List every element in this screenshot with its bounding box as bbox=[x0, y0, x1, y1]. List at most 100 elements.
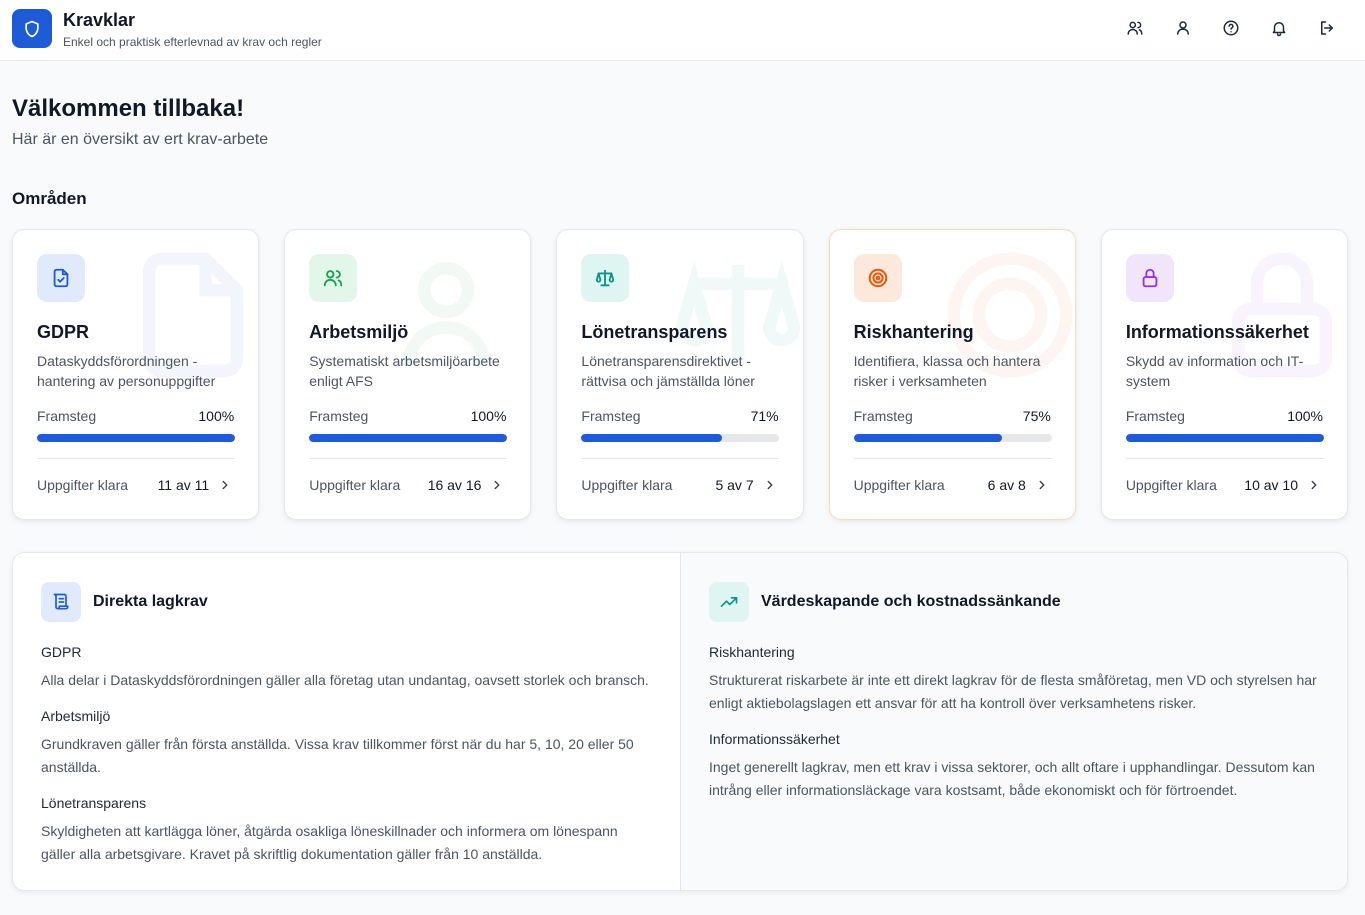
progress-value: 100% bbox=[470, 408, 507, 424]
progress-fill bbox=[37, 434, 235, 442]
trending-up-icon bbox=[720, 597, 738, 607]
top-bar: Kravklar Enkel och praktisk efterlevnad … bbox=[0, 0, 1365, 61]
legal-item-lonetransparens: Lönetransparens Skyldigheten att kartläg… bbox=[41, 795, 652, 866]
progress-value: 100% bbox=[1287, 408, 1324, 424]
progress-value: 100% bbox=[198, 408, 235, 424]
area-card-arbetsmiljo[interactable]: Arbetsmiljö Systematiskt arbetsmiljöarbe… bbox=[284, 229, 532, 520]
value-item-riskhantering: Riskhantering Strukturerat riskarbete är… bbox=[709, 644, 1319, 715]
value-creation-title: Värdeskapande och kostnadssänkande bbox=[761, 593, 1061, 610]
app-logo[interactable] bbox=[12, 9, 52, 48]
progress-fill bbox=[853, 434, 1003, 442]
tasks-label: Uppgifter klara bbox=[581, 477, 673, 493]
user-icon[interactable] bbox=[1171, 16, 1195, 40]
progress-fill bbox=[1125, 434, 1324, 442]
info-item-text: Inget generellt lagkrav, men ett krav i … bbox=[709, 759, 1315, 798]
progress-label: Framsteg bbox=[37, 408, 97, 424]
info-item-title: Riskhantering bbox=[709, 644, 795, 660]
progress-label: Framsteg bbox=[309, 408, 369, 424]
app-subtitle: Enkel och praktisk efterlevnad av krav o… bbox=[63, 35, 322, 49]
progress-label: Framsteg bbox=[581, 408, 641, 424]
progress-label: Framsteg bbox=[1125, 408, 1185, 424]
card-description: Systematiskt arbetsmiljöarbete enligt AF… bbox=[309, 353, 500, 389]
chevron-right-icon[interactable] bbox=[490, 478, 504, 492]
info-item-text: Strukturerat riskarbete är inte ett dire… bbox=[709, 672, 1317, 711]
progress-bar bbox=[37, 434, 235, 442]
card-icon-container bbox=[581, 254, 630, 302]
card-title: Informationssäkerhet bbox=[1125, 322, 1309, 342]
card-icon-container bbox=[37, 254, 85, 302]
bell-icon[interactable] bbox=[1267, 16, 1291, 40]
lock-icon bbox=[1142, 268, 1158, 288]
tasks-value: 6 av 8 bbox=[987, 477, 1026, 493]
card-title: GDPR bbox=[37, 322, 90, 342]
area-card-informationssakerhet[interactable]: Informationssäkerhet Skydd av informatio… bbox=[1100, 229, 1349, 520]
info-item-title: Lönetransparens bbox=[41, 795, 147, 811]
users-icon[interactable] bbox=[1123, 16, 1147, 40]
tasks-label: Uppgifter klara bbox=[309, 477, 401, 493]
logout-icon[interactable] bbox=[1315, 16, 1339, 40]
divider bbox=[309, 458, 508, 459]
info-item-title: Arbetsmiljö bbox=[41, 708, 111, 724]
value-item-informationssakerhet: Informationssäkerhet Inget generellt lag… bbox=[709, 731, 1319, 802]
card-title: Arbetsmiljö bbox=[309, 322, 409, 342]
card-description: Skydd av information och IT-system bbox=[1125, 353, 1304, 389]
info-item-text: Alla delar i Dataskyddsförordningen gäll… bbox=[41, 672, 649, 688]
chevron-right-icon[interactable] bbox=[763, 478, 777, 492]
value-creation-column: Värdeskapande och kostnadssänkande Riskh… bbox=[680, 553, 1347, 890]
progress-fill bbox=[581, 434, 722, 442]
divider bbox=[853, 458, 1052, 459]
tasks-value: 11 av 11 bbox=[157, 477, 210, 493]
area-card-gdpr[interactable]: GDPR Dataskyddsförordningen - hantering … bbox=[12, 229, 260, 520]
shield-icon bbox=[25, 20, 39, 37]
tasks-value: 16 av 16 bbox=[427, 477, 482, 493]
page-title: Välkommen tillbaka! bbox=[12, 95, 245, 122]
legal-item-gdpr: GDPR Alla delar i Dataskyddsförordningen… bbox=[41, 644, 652, 692]
icon-container bbox=[41, 582, 81, 622]
progress-fill bbox=[309, 434, 508, 442]
tasks-value: 10 av 10 bbox=[1244, 477, 1299, 493]
card-description: Dataskyddsförordningen - hantering av pe… bbox=[37, 353, 216, 389]
scale-icon bbox=[596, 269, 615, 287]
progress-bar bbox=[1125, 434, 1324, 442]
progress-value: 71% bbox=[750, 408, 779, 424]
card-title: Lönetransparens bbox=[581, 322, 728, 342]
card-title: Riskhantering bbox=[853, 322, 974, 342]
area-card-riskhantering[interactable]: Riskhantering Identifiera, klassa och ha… bbox=[828, 229, 1076, 520]
page-subtitle: Här är en översikt av ert krav-arbete bbox=[12, 131, 269, 148]
legal-requirements-header: Direkta lagkrav bbox=[41, 582, 652, 622]
card-icon-container bbox=[853, 254, 902, 302]
tasks-label: Uppgifter klara bbox=[37, 477, 129, 493]
document-check-icon bbox=[53, 268, 69, 288]
header-actions bbox=[1123, 16, 1339, 40]
icon-container bbox=[709, 582, 749, 622]
scroll-icon bbox=[53, 593, 69, 610]
progress-bar bbox=[581, 434, 780, 442]
value-creation-header: Värdeskapande och kostnadssänkande bbox=[709, 582, 1319, 622]
help-icon[interactable] bbox=[1219, 16, 1243, 40]
info-item-title: GDPR bbox=[41, 644, 82, 660]
app-title: Kravklar bbox=[63, 10, 136, 30]
chevron-right-icon[interactable] bbox=[1307, 478, 1321, 492]
progress-bar bbox=[309, 434, 508, 442]
chevron-right-icon[interactable] bbox=[1035, 478, 1049, 492]
users-icon bbox=[324, 270, 343, 287]
legal-requirements-title: Direkta lagkrav bbox=[93, 593, 208, 610]
info-item-title: Informationssäkerhet bbox=[709, 731, 840, 747]
info-panel: Direkta lagkrav GDPR Alla delar i Datask… bbox=[12, 552, 1348, 891]
legal-requirements-column: Direkta lagkrav GDPR Alla delar i Datask… bbox=[13, 553, 680, 890]
legal-item-arbetsmiljo: Arbetsmiljö Grundkraven gäller från förs… bbox=[41, 708, 652, 779]
chevron-right-icon[interactable] bbox=[218, 478, 232, 492]
card-description: Identifiera, klassa och hantera risker i… bbox=[853, 353, 1041, 389]
progress-label: Framsteg bbox=[853, 408, 913, 424]
tasks-value: 5 av 7 bbox=[715, 477, 754, 493]
progress-value: 75% bbox=[1022, 408, 1051, 424]
card-icon-container bbox=[1125, 254, 1174, 302]
info-item-text: Grundkraven gäller från första anställda… bbox=[41, 736, 634, 775]
tasks-label: Uppgifter klara bbox=[1125, 477, 1217, 493]
divider bbox=[1125, 458, 1324, 459]
info-item-text: Skyldigheten att kartlägga löner, åtgärd… bbox=[41, 823, 618, 862]
divider bbox=[581, 458, 780, 459]
divider bbox=[37, 458, 235, 459]
area-card-lonetransparens[interactable]: Lönetransparens Lönetransparensdirektive… bbox=[556, 229, 804, 520]
area-cards: GDPR Dataskyddsförordningen - hantering … bbox=[12, 229, 1349, 520]
